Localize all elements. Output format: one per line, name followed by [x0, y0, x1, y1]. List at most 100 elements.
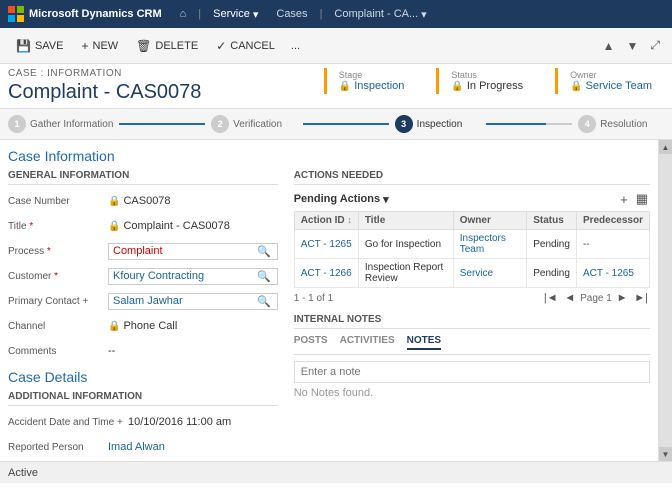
add-action-button[interactable]: +	[618, 191, 630, 207]
field-label-comments: Comments	[8, 346, 108, 357]
actions-grid-button[interactable]: ▦	[634, 191, 650, 207]
pending-actions-dropdown[interactable]: Pending Actions ▾	[294, 193, 389, 206]
case-details-title: Case Details	[8, 369, 278, 385]
prev-page-button[interactable]: ◄	[562, 292, 577, 304]
status-value: In Progress	[467, 80, 523, 92]
contact-search-button[interactable]: 🔍	[255, 295, 273, 308]
notes-tabs: POSTS ACTIVITIES NOTES	[294, 335, 650, 355]
cancel-icon: ✓	[216, 39, 226, 53]
status-bar: Active	[0, 461, 672, 483]
nav-complaint[interactable]: Complaint - CA... ▾	[326, 4, 434, 25]
next-page-button[interactable]: ►	[615, 292, 630, 304]
sort-icon-action-id: ↕	[347, 215, 352, 225]
tab-activities[interactable]: ACTIVITIES	[340, 335, 395, 350]
additional-info-subtitle: ADDITIONAL INFORMATION	[8, 391, 278, 406]
field-label-contact: Primary Contact +	[8, 296, 108, 307]
table-row: ACT - 1265 Go for Inspection Inspectors …	[294, 230, 649, 259]
save-button[interactable]: 💾 SAVE	[8, 35, 71, 57]
stage-value: Inspection	[354, 80, 404, 92]
left-column: GENERAL INFORMATION Case Number 🔒 CAS007…	[8, 170, 278, 461]
status-cell-2: Pending	[527, 259, 577, 288]
step-line-3	[486, 123, 572, 125]
customer-input-wrap[interactable]: 🔍	[108, 268, 278, 285]
contact-input[interactable]	[113, 295, 255, 307]
scroll-up-button[interactable]: ▲	[659, 140, 672, 154]
nav-cases[interactable]: Cases	[268, 4, 315, 24]
two-column-layout: GENERAL INFORMATION Case Number 🔒 CAS007…	[8, 170, 650, 461]
col-action-id: Action ID ↕	[294, 212, 358, 230]
customer-input[interactable]	[113, 270, 255, 282]
table-pagination: 1 - 1 of 1 |◄ ◄ Page 1 ► ►|	[294, 292, 650, 304]
meta-status: Status 🔒 In Progress	[436, 68, 535, 94]
case-number-value: CAS0078	[123, 195, 170, 207]
actions-subtitle: ACTIONS NEEDED	[294, 170, 650, 185]
delete-icon: 🗑	[136, 39, 151, 53]
tab-notes[interactable]: NOTES	[407, 335, 441, 350]
action-id-cell-1[interactable]: ACT - 1265	[294, 230, 358, 259]
lock-icon-owner: 🔒	[570, 81, 582, 92]
more-button[interactable]: ...	[285, 36, 306, 56]
process-step-4: 4 Resolution	[578, 115, 664, 133]
step-label-1: Gather Information	[30, 119, 113, 130]
field-primary-contact: Primary Contact + 🔍	[8, 291, 278, 311]
delete-button[interactable]: 🗑 DELETE	[128, 35, 206, 57]
comments-value: --	[108, 345, 115, 357]
field-process: Process * 🔍	[8, 241, 278, 261]
field-customer: Customer * 🔍	[8, 266, 278, 286]
lock-icon-stage: 🔒	[339, 81, 351, 92]
action-id-cell-2[interactable]: ACT - 1266	[294, 259, 358, 288]
field-channel: Channel 🔒 Phone Call	[8, 316, 278, 336]
toolbar-right: ▲ ▼ ⤢	[599, 36, 664, 55]
process-input[interactable]	[113, 245, 255, 257]
tab-posts[interactable]: POSTS	[294, 335, 328, 350]
col-predecessor: Predecessor	[576, 212, 649, 230]
app-logo: Microsoft Dynamics CRM	[8, 6, 162, 22]
scrollbar[interactable]: ▲ ▼	[658, 140, 672, 461]
contact-input-wrap[interactable]: 🔍	[108, 293, 278, 310]
case-title: Complaint - CAS0078	[8, 81, 201, 104]
last-page-button[interactable]: ►|	[632, 292, 650, 304]
page-nav-controls: |◄ ◄ Page 1 ► ►|	[542, 292, 650, 304]
owner-cell-1[interactable]: Inspectors Team	[453, 230, 526, 259]
new-button[interactable]: + NEW	[73, 35, 126, 57]
lock-field-icon-2: 🔒	[108, 221, 120, 232]
general-info-subtitle: GENERAL INFORMATION	[8, 170, 278, 185]
nav-items: ⌂ | Service ▾ Cases | Complaint - CA... …	[172, 4, 664, 25]
field-label-channel: Channel	[8, 321, 108, 332]
internal-notes-subtitle: INTERNAL NOTES	[294, 314, 650, 329]
nav-down-button[interactable]: ▼	[623, 37, 643, 55]
cancel-button[interactable]: ✓ CANCEL	[208, 35, 283, 57]
meta-owner: Owner 🔒 Service Team	[555, 68, 664, 94]
nav-up-button[interactable]: ▲	[599, 37, 619, 55]
channel-value: Phone Call	[123, 320, 177, 332]
meta-stage: Stage 🔒 Inspection	[324, 68, 417, 94]
home-button[interactable]: ⌂	[172, 4, 195, 24]
customer-search-button[interactable]: 🔍	[255, 270, 273, 283]
first-page-button[interactable]: |◄	[542, 292, 560, 304]
chevron-down-icon-2: ▾	[421, 8, 427, 21]
step-label-2: Verification	[233, 119, 282, 130]
main-content: Case Information GENERAL INFORMATION Cas…	[0, 140, 672, 461]
notes-input[interactable]	[294, 361, 650, 383]
reported-person-value[interactable]: Imad Alwan	[108, 441, 165, 453]
page-label: Page 1	[580, 293, 612, 304]
case-information-title: Case Information	[8, 148, 650, 164]
chevron-down-icon: ▾	[253, 8, 259, 21]
step-label-3: Inspection	[417, 119, 463, 130]
process-step-1: 1 Gather Information	[8, 115, 113, 133]
owner-cell-2[interactable]: Service	[453, 259, 526, 288]
expand-button[interactable]: ⤢	[646, 36, 664, 55]
process-input-wrap[interactable]: 🔍	[108, 243, 278, 260]
field-comments: Comments --	[8, 341, 278, 361]
nav-service[interactable]: Service ▾	[205, 4, 266, 25]
case-details-section: Case Details ADDITIONAL INFORMATION Acci…	[8, 369, 278, 461]
scroll-down-button[interactable]: ▼	[659, 447, 672, 461]
lock-field-icon: 🔒	[108, 196, 120, 207]
predecessor-cell-2[interactable]: ACT - 1265	[576, 259, 649, 288]
toolbar: 💾 SAVE + NEW 🗑 DELETE ✓ CANCEL ... ▲ ▼ ⤢	[0, 28, 672, 64]
chevron-dropdown-icon: ▾	[383, 193, 389, 206]
step-line-2	[303, 123, 389, 125]
process-search-button[interactable]: 🔍	[255, 245, 273, 258]
right-column: ACTIONS NEEDED Pending Actions ▾ + ▦	[294, 170, 650, 461]
breadcrumb: CASE : INFORMATION	[8, 68, 201, 79]
